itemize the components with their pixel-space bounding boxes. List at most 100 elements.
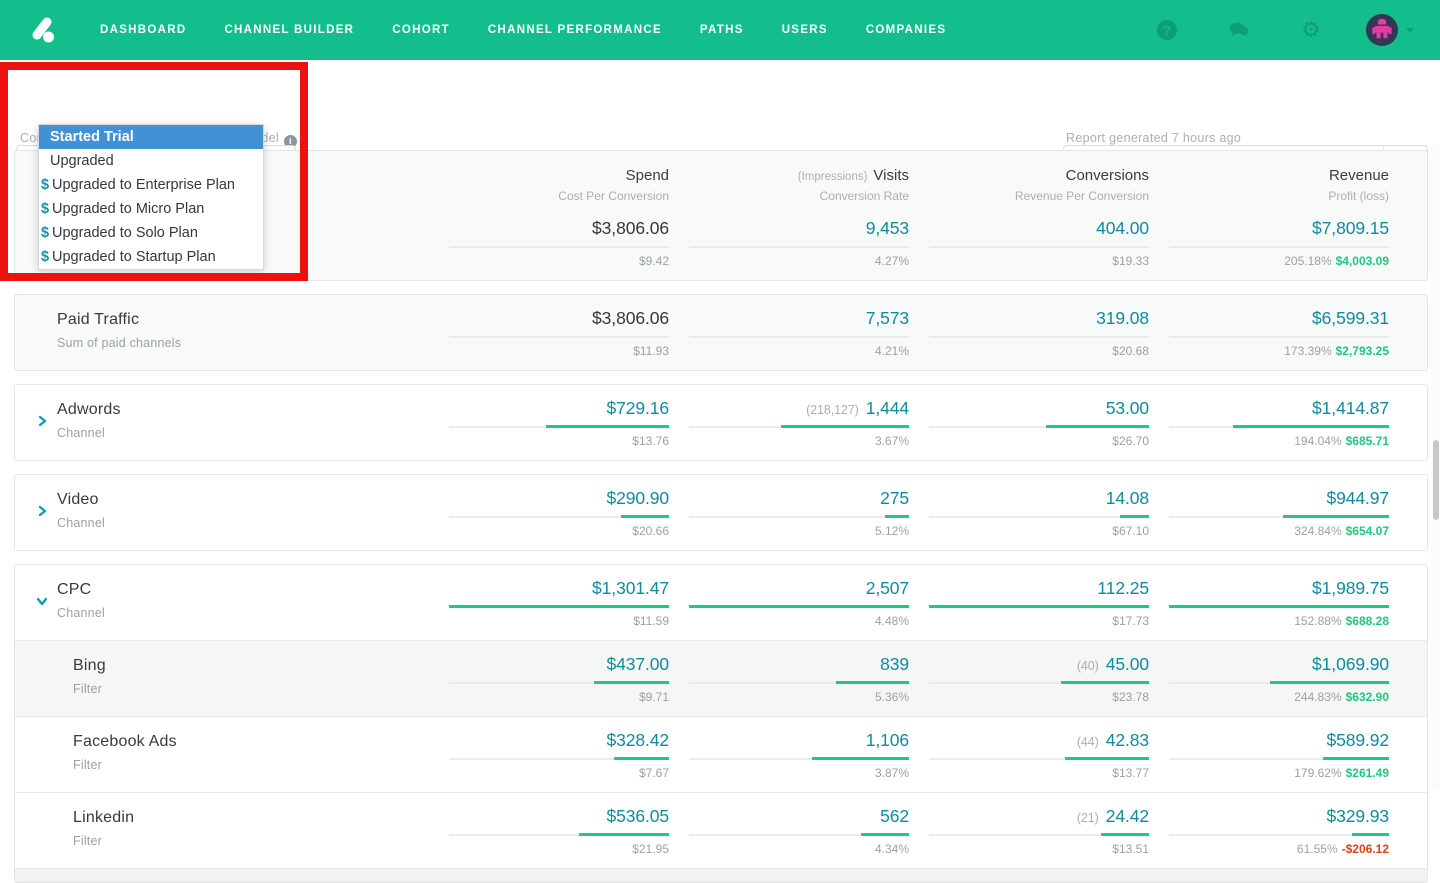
cell-value[interactable]: $328.42 xyxy=(449,730,669,751)
cell-value[interactable]: (21) 24.42 xyxy=(929,806,1149,827)
value-bar-track xyxy=(449,605,669,608)
cell-visits: 275 5.12% xyxy=(689,488,909,538)
cell-subvalue: 3.87% xyxy=(874,766,909,780)
cell-value[interactable]: 839 xyxy=(689,654,909,675)
cell-value[interactable]: $1,989.75 xyxy=(1169,578,1389,599)
table-row-video[interactable]: Video Channel $290.90 $20.66 275 5.12% 14.08 $6… xyxy=(15,475,1427,550)
column-header-main: (Impressions) Visits xyxy=(689,167,909,184)
cell-revenue: $589.92 179.62% $261.49 xyxy=(1169,730,1389,780)
cell-subvalue: 4.48% xyxy=(874,614,909,628)
cell-subvalue: 4.34% xyxy=(874,842,909,856)
dollar-icon: $ xyxy=(41,201,50,217)
value-bar-track xyxy=(929,681,1149,684)
cell-value[interactable]: $589.92 xyxy=(1169,730,1389,751)
dropdown-item[interactable]: $ Upgraded to Solo Plan xyxy=(39,221,263,245)
row-title: Paid Traffic xyxy=(57,311,140,328)
cell-value[interactable]: $729.16 xyxy=(449,398,669,419)
cell-main-value: 1,444 xyxy=(865,398,909,418)
table-row-cpc[interactable]: CPC Channel $1,301.47 $11.59 2,507 4.48% 112.2… xyxy=(15,565,1427,640)
cell-value[interactable]: (40) 45.00 xyxy=(929,654,1149,675)
cell-visits: 7,573 4.21% xyxy=(689,308,909,358)
chat-icon[interactable] xyxy=(1228,19,1250,41)
cell-value[interactable]: 53.00 xyxy=(929,398,1149,419)
cell-value[interactable]: 7,573 xyxy=(689,308,909,329)
cell-value[interactable]: (44) 42.83 xyxy=(929,730,1149,751)
cell-spend: $3,806.06 $9.42 xyxy=(449,218,669,268)
value-bar-track xyxy=(929,425,1149,428)
cell-subvalue: $11.93 xyxy=(633,344,669,358)
cell-value[interactable]: 14.08 xyxy=(929,488,1149,509)
value-bar-track xyxy=(449,757,669,760)
value-bar-track xyxy=(1169,833,1389,836)
row-subtitle: Filter xyxy=(73,758,102,772)
row-label: CPC Channel xyxy=(36,578,429,628)
cell-value[interactable]: 319.08 xyxy=(929,308,1149,329)
cell-value[interactable]: 2,507 xyxy=(689,578,909,599)
cell-value[interactable]: 9,453 xyxy=(689,218,909,239)
cell-visits: 839 5.36% xyxy=(689,654,909,704)
value-bar-track xyxy=(1169,336,1389,338)
cell-main-value: $536.05 xyxy=(606,806,669,826)
chevron-right-icon[interactable] xyxy=(36,414,48,432)
chevron-right-icon[interactable] xyxy=(36,504,48,522)
cell-value[interactable]: $1,301.47 xyxy=(449,578,669,599)
nav-item-channel-performance[interactable]: CHANNEL PERFORMANCE xyxy=(488,24,662,36)
cell-value[interactable]: $944.97 xyxy=(1169,488,1389,509)
dropdown-item[interactable]: $ Upgraded to Startup Plan xyxy=(39,245,263,269)
nav-item-companies[interactable]: COMPANIES xyxy=(866,24,947,36)
cell-value[interactable]: $437.00 xyxy=(449,654,669,675)
nav-item-cohort[interactable]: COHORT xyxy=(392,24,450,36)
profit-amount: $654.07 xyxy=(1345,524,1389,538)
help-icon[interactable]: ? xyxy=(1156,19,1178,41)
profit-amount: $2,793.25 xyxy=(1335,344,1389,358)
cell-conversions: 319.08 $20.68 xyxy=(929,308,1149,358)
cell-subvalue: $26.70 xyxy=(1112,434,1149,448)
cell-subvalue: $13.51 xyxy=(1112,842,1149,856)
value-bar-track xyxy=(689,833,909,836)
user-menu[interactable] xyxy=(1366,14,1414,46)
cell-value[interactable]: 275 xyxy=(689,488,909,509)
value-bar-fill xyxy=(1100,833,1149,836)
dropdown-item[interactable]: Upgraded xyxy=(39,149,263,173)
cell-value[interactable]: $329.93 xyxy=(1169,806,1389,827)
cell-value[interactable]: $536.05 xyxy=(449,806,669,827)
cell-value[interactable]: 404.00 xyxy=(929,218,1149,239)
nav-item-users[interactable]: USERS xyxy=(782,24,828,36)
dropdown-item[interactable]: $ Upgraded to Micro Plan xyxy=(39,197,263,221)
cell-subvalue: $13.76 xyxy=(632,434,669,448)
chevron-down-icon[interactable] xyxy=(36,594,48,612)
value-bar-fill xyxy=(614,757,669,760)
cell-value: $3,806.06 xyxy=(449,308,669,329)
profit-percent: 244.83% xyxy=(1294,690,1342,704)
cell-value[interactable]: $7,809.15 xyxy=(1169,218,1389,239)
table-row-adwords[interactable]: Adwords Channel $729.16 $13.76 (218,127) 1,44… xyxy=(15,385,1427,460)
cell-value[interactable]: 112.25 xyxy=(929,578,1149,599)
scrollbar-thumb[interactable] xyxy=(1432,440,1439,520)
cell-value[interactable]: $1,414.87 xyxy=(1169,398,1389,419)
dropdown-item-label: Upgraded to Enterprise Plan xyxy=(52,177,235,193)
cell-value[interactable]: $6,599.31 xyxy=(1169,308,1389,329)
vertical-scrollbar[interactable] xyxy=(1431,145,1440,789)
value-bar-fill xyxy=(1120,515,1149,518)
nav-item-channel-builder[interactable]: CHANNEL BUILDER xyxy=(224,24,354,36)
cell-subvalue: 5.36% xyxy=(874,690,909,704)
table-row-facebook-ads: Facebook Ads Filter $328.42 $7.67 1,106 3.87%… xyxy=(15,716,1427,792)
cell-value[interactable]: 1,106 xyxy=(689,730,909,751)
settings-gear-icon[interactable]: ⚙ xyxy=(1300,19,1322,41)
nav-item-dashboard[interactable]: DASHBOARD xyxy=(100,24,186,36)
row-subtitle: Channel xyxy=(57,516,105,530)
cell-main-value: 319.08 xyxy=(1096,308,1149,328)
cell-value[interactable]: (218,127) 1,444 xyxy=(689,398,909,419)
cell-subvalue: $67.10 xyxy=(1112,524,1149,538)
dropdown-item[interactable]: $ Upgraded to Enterprise Plan xyxy=(39,173,263,197)
row-label: Adwords Channel xyxy=(36,398,429,448)
value-bar-fill xyxy=(929,605,1149,608)
nav-item-paths[interactable]: PATHS xyxy=(700,24,744,36)
dropdown-item[interactable]: Started Trial xyxy=(39,125,263,149)
cell-value[interactable]: 562 xyxy=(689,806,909,827)
cell-subvalue: $7.67 xyxy=(638,766,669,780)
app-logo-icon[interactable] xyxy=(26,13,60,47)
cell-value[interactable]: $1,069.90 xyxy=(1169,654,1389,675)
row-subtitle: Filter xyxy=(73,682,102,696)
cell-value[interactable]: $290.90 xyxy=(449,488,669,509)
